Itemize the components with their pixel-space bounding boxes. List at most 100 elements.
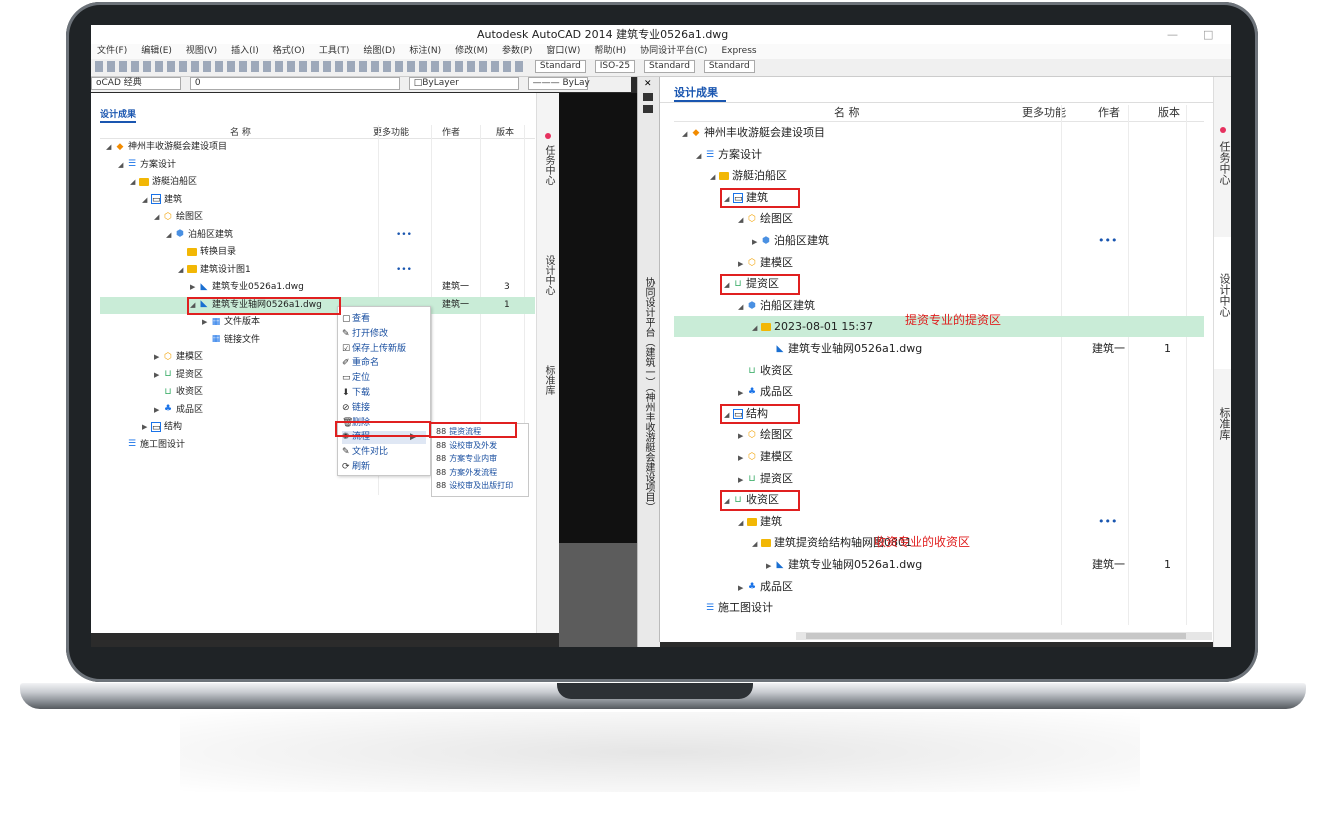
tree-row[interactable]: ▶ ♣ 成品区 (674, 576, 1204, 597)
menu-file[interactable]: 文件(F) (97, 46, 127, 56)
expand-toggle-icon[interactable]: ▶ (202, 314, 211, 331)
toolbar-icons[interactable] (95, 61, 525, 72)
expand-toggle-icon[interactable]: ▶ (766, 556, 775, 577)
tree-row[interactable]: ◢ 游艇泊船区 (100, 174, 535, 191)
more-actions-button[interactable]: ••• (1098, 230, 1117, 251)
text-style-select[interactable]: Standard (534, 60, 586, 73)
tree-row[interactable]: ▶ ⬡ 建模区 (100, 349, 535, 366)
context-menu-item[interactable]: ⬇ 下载 (342, 387, 426, 400)
maximize-button[interactable]: □ (1203, 25, 1213, 44)
expand-toggle-icon[interactable]: ◢ (710, 167, 719, 188)
tree-row[interactable]: ▶ ♣ 成品区 (100, 402, 535, 419)
scrollbar-thumb[interactable] (806, 633, 1186, 639)
expand-toggle-icon[interactable]: ▶ (738, 470, 747, 491)
expand-toggle-icon[interactable]: ◢ (118, 157, 127, 174)
tree-row[interactable]: ▶ ♣ 成品区 (674, 381, 1204, 402)
horizontal-scrollbar[interactable] (796, 632, 1212, 640)
expand-toggle-icon[interactable]: ◢ (142, 192, 151, 209)
expand-toggle-icon[interactable]: ▶ (190, 279, 199, 296)
expand-toggle-icon[interactable]: ◢ (752, 534, 761, 555)
tree-row[interactable]: ◢ ◆ 神州丰收游艇会建设项目 (674, 122, 1204, 143)
tree-row[interactable]: ▶ ⊔ 提资区 (674, 468, 1204, 489)
tree-row[interactable]: ◢ ⬡ 绘图区 (100, 209, 535, 226)
context-menu-item[interactable]: ✎ 文件对比 (342, 446, 426, 459)
menu-dimension[interactable]: 标注(N) (409, 46, 441, 56)
tree-row[interactable]: ⊔ 收资区 (674, 360, 1204, 381)
expand-toggle-icon[interactable]: ◢ (166, 227, 175, 244)
tree-row[interactable]: ▦ 链接文件 (100, 332, 535, 349)
flow-submenu-item[interactable]: 88 方案专业内审 (436, 453, 497, 465)
expand-toggle-icon[interactable]: ◢ (130, 174, 139, 191)
tree-row[interactable]: ▶ ⬡ 建模区 (674, 252, 1204, 273)
context-menu-item[interactable]: ⊘ 链接 (342, 402, 426, 415)
expand-toggle-icon[interactable]: ◢ (154, 209, 163, 226)
expand-toggle-icon[interactable]: ▶ (738, 578, 747, 599)
dim-style-select[interactable]: ISO-25 (594, 60, 636, 73)
context-menu-item[interactable]: ✎ 打开修改 (342, 328, 426, 341)
tree-row[interactable]: ◢ 建筑 ••• (674, 511, 1204, 532)
expand-toggle-icon[interactable]: ▶ (738, 383, 747, 404)
tree-row[interactable]: ◢ 建筑设计图1 ••• (100, 262, 535, 279)
expand-toggle-icon[interactable]: ▶ (738, 254, 747, 275)
mleader-style-select[interactable]: Standard (703, 60, 755, 73)
minimize-button[interactable]: — (1167, 25, 1178, 44)
tree-row[interactable]: ▶ ⊔ 提资区 (100, 367, 535, 384)
context-menu-item[interactable]: ✐ 重命名 (342, 357, 426, 370)
expand-toggle-icon[interactable]: ◢ (752, 318, 761, 339)
linetype-select[interactable]: ——— ByLay (527, 77, 590, 90)
expand-toggle-icon[interactable]: ◢ (738, 210, 747, 231)
expand-toggle-icon[interactable]: ◢ (738, 513, 747, 534)
menu-modify[interactable]: 修改(M) (455, 46, 488, 56)
expand-toggle-icon[interactable]: ▶ (154, 367, 163, 384)
table-style-select[interactable]: Standard (643, 60, 695, 73)
tree-row[interactable]: ▶ ◣ 建筑专业0526a1.dwg 建筑一 3 (100, 279, 535, 296)
tree-row[interactable]: ◣ 建筑专业轴网0526a1.dwg 建筑一 1 (674, 338, 1204, 359)
layer-select[interactable]: 0 (189, 77, 400, 90)
expand-toggle-icon[interactable]: ▶ (154, 349, 163, 366)
flow-submenu-item[interactable]: 88 设校审及外发 (436, 440, 497, 452)
tree-row[interactable]: ◢ 游艇泊船区 (674, 165, 1204, 186)
tree-row[interactable]: ▶ ◣ 建筑专业轴网0526a1.dwg 建筑一 1 (674, 554, 1204, 575)
context-menu-item[interactable]: ⟳ 刷新 (342, 461, 426, 474)
pin-icon[interactable] (643, 93, 653, 101)
menu-parametric[interactable]: 参数(P) (502, 46, 532, 56)
expand-toggle-icon[interactable]: ▶ (154, 402, 163, 419)
expand-toggle-icon[interactable]: ◢ (738, 297, 747, 318)
expand-toggle-icon[interactable]: ▶ (738, 426, 747, 447)
menu-format[interactable]: 格式(O) (273, 46, 305, 56)
tab-task-center[interactable]: 任务中心 (1216, 141, 1231, 185)
tree-row[interactable]: ☰ 施工图设计 (674, 597, 1204, 618)
tree-row[interactable]: ⊔ 收资区 (100, 384, 535, 401)
expand-toggle-icon[interactable]: ◢ (106, 139, 115, 156)
tab-design-center[interactable]: 设计中心 (1216, 273, 1231, 317)
menu-insert[interactable]: 插入(I) (231, 46, 259, 56)
menu-window[interactable]: 窗口(W) (546, 46, 580, 56)
tree-row[interactable]: ▶ ⬡ 建模区 (674, 446, 1204, 467)
menu-help[interactable]: 帮助(H) (594, 46, 626, 56)
context-menu-item[interactable]: ▭定位 (342, 372, 426, 385)
tree-row[interactable]: ◢ ⬢ 泊船区建筑 ••• (100, 227, 535, 244)
more-actions-button[interactable]: ••• (396, 262, 412, 279)
workspace-select[interactable]: oCAD 经典 (91, 77, 181, 90)
expand-toggle-icon[interactable]: ◢ (178, 262, 187, 279)
close-icon[interactable]: ✕ (644, 79, 652, 89)
tab-task-center[interactable]: 任务中心 (541, 145, 556, 185)
drawing-area-lower[interactable] (559, 543, 637, 647)
color-select[interactable]: □ByLayer (408, 77, 519, 90)
expand-toggle-icon[interactable]: ▶ (738, 448, 747, 469)
tree-row[interactable]: ▶ ⬢ 泊船区建筑 ••• (674, 230, 1204, 251)
tree-row[interactable]: ◢ ⬡ 绘图区 (674, 208, 1204, 229)
tree-row[interactable]: ◢ ▭ 建筑 (100, 192, 535, 209)
expand-toggle-icon[interactable]: ▶ (142, 419, 151, 436)
tree-row[interactable]: ◢ ☰ 方案设计 (100, 157, 535, 174)
tree-row[interactable]: ◢ ☰ 方案设计 (674, 144, 1204, 165)
expand-toggle-icon[interactable]: ▶ (752, 232, 761, 253)
menu-tools[interactable]: 工具(T) (319, 46, 350, 56)
menu-draw[interactable]: 绘图(D) (363, 46, 395, 56)
tree-row[interactable]: ▶ ▦ 文件版本 (100, 314, 535, 331)
menu-collab-platform[interactable]: 协同设计平台(C) (640, 46, 707, 56)
menu-view[interactable]: 视图(V) (186, 46, 217, 56)
context-menu-item[interactable]: ☑ 保存上传新版 (342, 343, 426, 356)
tree-row[interactable]: 转换目录 (100, 244, 535, 261)
tab-design-results[interactable]: 设计成果 (100, 107, 137, 123)
